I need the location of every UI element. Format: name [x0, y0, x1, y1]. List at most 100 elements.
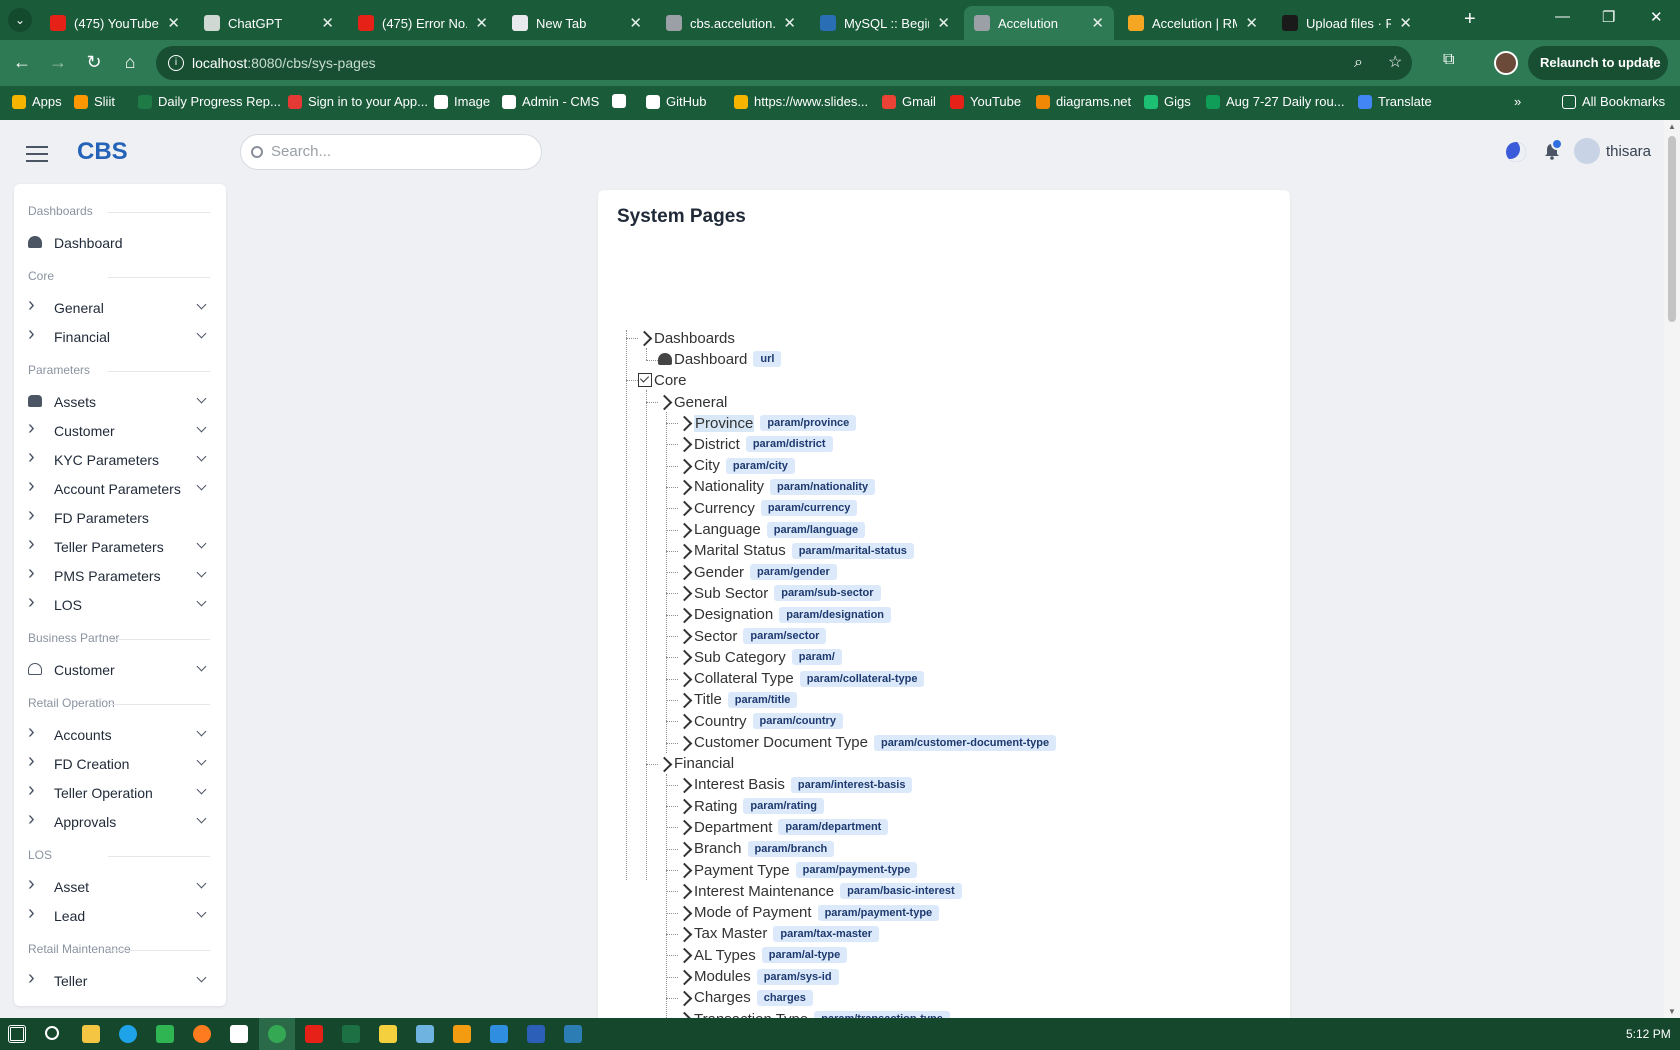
profile-avatar[interactable] [1494, 51, 1518, 75]
bookmark-item[interactable]: Translate [1358, 94, 1432, 109]
expand-toggle-icon[interactable] [678, 650, 692, 664]
expand-toggle-icon[interactable] [678, 799, 692, 813]
back-button[interactable]: ← [10, 52, 34, 73]
sidebar-item[interactable]: › Accounts [14, 721, 226, 748]
excel-icon[interactable] [342, 1025, 360, 1043]
tree-node-item[interactable]: Currency param/currency [678, 497, 858, 519]
tree-node-item[interactable]: Interest Maintenance param/basic-interest [678, 880, 962, 902]
tree-node-item[interactable]: Transaction Type param/transaction-type [678, 1008, 950, 1018]
more-menu-icon[interactable]: ⋮ [1645, 46, 1658, 80]
browser-tab[interactable]: cbs.accelution.lk ✕ [656, 6, 806, 40]
sidebar-item[interactable]: Assets [14, 389, 226, 415]
firefox-icon[interactable] [193, 1025, 211, 1043]
expand-toggle-icon[interactable] [678, 608, 692, 622]
tree-node-item[interactable]: City param/city [678, 455, 795, 477]
bookmark-item[interactable]: GitHub [646, 94, 706, 109]
browser-tab[interactable]: Accelution | RM ✕ [1118, 6, 1268, 40]
zoom-icon[interactable]: ⌕ [1354, 46, 1363, 80]
chevron-down-icon[interactable] [196, 813, 207, 824]
sidebar-item[interactable]: › FD Parameters [14, 504, 226, 531]
tree-node-item[interactable]: Mode of Payment param/payment-type [678, 902, 940, 924]
bookmark-item[interactable]: Gmail [882, 94, 936, 109]
tab-close-icon[interactable]: ✕ [1091, 14, 1104, 32]
tree-node-item[interactable]: Province param/province [678, 412, 857, 434]
scroll-down-arrow[interactable]: ▼ [1668, 1007, 1676, 1016]
bookmark-item[interactable]: Daily Progress Rep... [138, 94, 281, 109]
chevron-down-icon[interactable] [196, 596, 207, 607]
file-explorer-icon[interactable] [82, 1025, 100, 1043]
chevron-down-icon[interactable] [196, 538, 207, 549]
youtube-icon[interactable] [305, 1025, 323, 1043]
tree-node-financial[interactable]: Financial [658, 753, 734, 775]
tab-close-icon[interactable]: ✕ [937, 14, 950, 32]
tree-node-dashboards[interactable]: Dashboards [638, 327, 735, 349]
tree-node-item[interactable]: Branch param/branch [678, 838, 835, 860]
expand-toggle-icon[interactable] [678, 778, 692, 792]
tree-node-item[interactable]: Sub Category param/ [678, 646, 842, 668]
sidebar-item[interactable]: Customer [14, 657, 226, 683]
chevron-down-icon[interactable] [196, 972, 207, 983]
browser-tab[interactable]: Upload files · Ru ✕ [1272, 6, 1422, 40]
expand-toggle-icon[interactable] [678, 842, 692, 856]
tree-node-item[interactable]: Marital Status param/marital-status [678, 540, 914, 562]
tab-search-button[interactable]: ⌄ [8, 8, 32, 32]
tree-node-item[interactable]: Collateral Type param/collateral-type [678, 668, 925, 690]
bookmark-item[interactable]: Apps [12, 94, 62, 109]
bookmark-item[interactable]: Admin - CMS [502, 94, 599, 109]
browser-tab[interactable]: MySQL :: Begin ✕ [810, 6, 960, 40]
tree-node-dashboard[interactable]: Dashboard url [658, 348, 782, 370]
tree-node-item[interactable]: AL Types param/al-type [678, 944, 848, 966]
new-tab-button[interactable]: + [1464, 8, 1476, 31]
search-icon[interactable] [45, 1026, 59, 1040]
tab-close-icon[interactable]: ✕ [321, 14, 334, 32]
chevron-down-icon[interactable] [196, 393, 207, 404]
chevron-down-icon[interactable] [196, 451, 207, 462]
address-bar[interactable]: i localhost:8080/cbs/sys-pages ⌕ ☆ [156, 46, 1412, 80]
all-bookmarks-button[interactable]: All Bookmarks [1562, 94, 1665, 109]
tree-node-item[interactable]: Country param/country [678, 710, 843, 732]
bookmarks-overflow-icon[interactable]: » [1514, 94, 1521, 109]
menu-toggle-icon[interactable] [26, 146, 48, 167]
bookmark-item[interactable]: YouTube [950, 94, 1021, 109]
shield-app-icon[interactable] [416, 1025, 434, 1043]
chevron-down-icon[interactable] [196, 784, 207, 795]
chevron-down-icon[interactable] [196, 299, 207, 310]
expand-toggle-icon[interactable] [678, 991, 692, 1005]
mysql-workbench-icon[interactable] [564, 1025, 582, 1043]
expand-toggle-icon[interactable] [678, 693, 692, 707]
chevron-down-icon[interactable] [196, 328, 207, 339]
reload-button[interactable]: ↻ [82, 52, 106, 73]
sidebar-item[interactable]: › KYC Parameters [14, 446, 226, 473]
forward-button[interactable]: → [46, 52, 70, 73]
expand-toggle-icon[interactable] [678, 437, 692, 451]
chevron-down-icon[interactable] [196, 907, 207, 918]
chevron-down-icon[interactable] [196, 480, 207, 491]
tree-node-item[interactable]: Tax Master param/tax-master [678, 923, 880, 945]
chevron-down-icon[interactable] [196, 422, 207, 433]
browser-tab[interactable]: (475) YouTube ✕ [40, 6, 190, 40]
expand-toggle-icon[interactable] [678, 586, 692, 600]
sidebar-item[interactable]: › Teller Operation [14, 779, 226, 806]
tab-close-icon[interactable]: ✕ [1399, 14, 1412, 32]
expand-toggle-icon[interactable] [678, 672, 692, 686]
sidebar-item[interactable]: › PMS Parameters [14, 562, 226, 589]
sidebar-item[interactable]: › General [14, 294, 226, 321]
sidebar-item[interactable]: › Teller Parameters [14, 533, 226, 560]
bookmark-item[interactable]: https://www.slides... [734, 94, 868, 109]
dark-mode-toggle-icon[interactable] [1506, 142, 1526, 162]
home-icon[interactable]: ⌂ [118, 52, 142, 73]
taskbar-clock[interactable]: 5:12 PM [1626, 1027, 1671, 1041]
relaunch-button[interactable]: Relaunch to update ⋮ [1528, 46, 1668, 80]
chevron-down-icon[interactable] [196, 878, 207, 889]
chevron-down-icon[interactable] [196, 755, 207, 766]
bug-app-icon[interactable] [379, 1025, 397, 1043]
bookmark-item[interactable]: Sliit [74, 94, 115, 109]
expand-toggle-icon[interactable] [678, 629, 692, 643]
scrollbar-thumb[interactable] [1668, 136, 1676, 322]
word-icon[interactable] [527, 1025, 545, 1043]
expand-toggle-icon[interactable] [678, 523, 692, 537]
sidebar-item[interactable]: › Approvals [14, 808, 226, 835]
expand-toggle-icon[interactable] [658, 395, 672, 409]
sidebar-item[interactable]: › Customer [14, 417, 226, 444]
browser-tab[interactable]: Accelution ✕ [964, 6, 1114, 40]
